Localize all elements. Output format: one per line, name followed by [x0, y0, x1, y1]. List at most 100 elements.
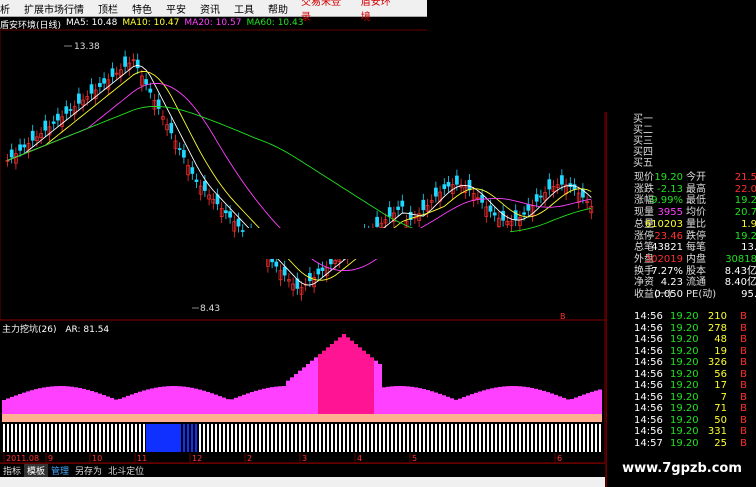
quote-row: 涨幅 -9.99% 最低 19.2 [634, 195, 756, 207]
signal-bar [215, 424, 217, 452]
menu-features[interactable]: 特色 [125, 1, 159, 16]
signal-bar [67, 424, 69, 452]
signal-bar [379, 424, 381, 452]
quote-key2: 今开 [686, 172, 706, 183]
baseline-bar [98, 414, 102, 422]
signal-bar [511, 424, 513, 452]
baseline-bar [330, 414, 334, 422]
baseline-bar [574, 414, 578, 422]
baseline-bar [494, 414, 498, 422]
histogram-bar [286, 380, 290, 414]
baseline-bar [198, 414, 202, 422]
baseline-bar [86, 414, 90, 422]
histogram-bar [310, 360, 314, 414]
histogram-bar [294, 374, 298, 414]
signal-bar [287, 424, 289, 452]
baseline-bar [394, 414, 398, 422]
candle-body [316, 268, 321, 275]
baseline-bar [154, 414, 158, 422]
quote-row: 涨跌 -2.13 最高 22.0 [634, 184, 756, 196]
signal-bar [359, 424, 361, 452]
baseline-bar [74, 414, 78, 422]
signal-bar [339, 424, 341, 452]
signal-bar [231, 424, 233, 452]
baseline-bar [182, 414, 186, 422]
baseline-bar [146, 414, 150, 422]
signal-bar [87, 424, 89, 452]
tab-manage[interactable]: 管理 [48, 464, 72, 477]
signal-bar [559, 424, 561, 452]
histogram-bar [506, 386, 510, 414]
tab-template[interactable]: 模板 [24, 464, 49, 477]
baseline-bar [166, 414, 170, 422]
histogram-bar [2, 400, 6, 414]
signal-bar [291, 424, 293, 452]
histogram-bar [166, 386, 170, 414]
baseline-bar [18, 414, 22, 422]
signal-bar [443, 424, 445, 452]
signal-bar [391, 424, 393, 452]
baseline-bar [214, 414, 218, 422]
ma5-label: MA5: 10.48 [66, 18, 118, 28]
tick-direction: B [740, 345, 747, 357]
candle-body [224, 210, 228, 214]
x-tick-label: 9 [48, 454, 53, 463]
baseline-bar [58, 414, 62, 422]
menu-analysis[interactable]: 析 [0, 1, 17, 16]
signal-bar [595, 424, 597, 452]
baseline-bar [174, 414, 178, 422]
baseline-bar [66, 414, 70, 422]
menu-topbar[interactable]: 顶栏 [91, 1, 125, 16]
tick-direction: B [740, 311, 747, 322]
signal-bar [563, 424, 565, 452]
signal-bar [239, 424, 241, 452]
tick-price: 19.20 [670, 426, 699, 437]
signal-bar [59, 424, 61, 452]
histogram-bar [594, 390, 598, 414]
signal-bar [259, 424, 261, 452]
baseline-bar [318, 414, 322, 422]
signal-bar [415, 424, 417, 452]
menu-ext-market[interactable]: 扩展市场行情 [17, 1, 91, 16]
baseline-bar [294, 414, 298, 422]
baseline-bar [354, 414, 358, 422]
tab-beidou[interactable]: 北斗定位 [105, 464, 147, 477]
signal-bar [183, 424, 185, 452]
tick-time: 14:56 [634, 391, 663, 403]
x-tick-label: 11 [137, 454, 147, 463]
menu-help[interactable]: 帮助 [261, 1, 295, 16]
tab-indicator[interactable]: 指标 [0, 464, 24, 477]
quote-key2: 量比 [686, 218, 706, 230]
menu-news[interactable]: 资讯 [193, 1, 227, 16]
baseline-bar [366, 414, 370, 422]
candle-body [240, 230, 245, 232]
signal-bar [199, 424, 201, 452]
signal-bar [551, 424, 553, 452]
signal-bar [519, 424, 521, 452]
tick-price: 19.20 [670, 345, 699, 357]
histogram-bar [130, 394, 134, 414]
signal-bar [495, 424, 497, 452]
quote-row: 现价 19.20 今开 21.5 [634, 172, 756, 184]
menu-pingan[interactable]: 平安 [159, 1, 193, 16]
menu-tools[interactable]: 工具 [227, 1, 261, 16]
histogram-bar [474, 392, 478, 414]
histogram-bar [370, 357, 374, 414]
signal-bar [295, 424, 297, 452]
quote-value: 3955 [657, 207, 683, 219]
ma60-label: MA60: 10.43 [246, 18, 304, 28]
signal-bar [479, 424, 481, 452]
signal-bar [63, 424, 65, 452]
signal-bar [355, 424, 357, 452]
baseline-bar [498, 414, 502, 422]
histogram-bar [206, 391, 210, 414]
histogram-bar [242, 394, 246, 414]
x-tick-label: 5 [412, 454, 417, 463]
bid-5: 买五 [633, 158, 653, 169]
baseline-bar [134, 414, 138, 422]
quote-value: 610203 [644, 218, 683, 230]
quote-row: 换手 7.27% 股本 8.43亿 [634, 266, 756, 278]
quote-value2: 20.7 [734, 207, 756, 219]
tab-save-as[interactable]: 另存为 [72, 464, 105, 477]
baseline-bar [550, 414, 554, 422]
